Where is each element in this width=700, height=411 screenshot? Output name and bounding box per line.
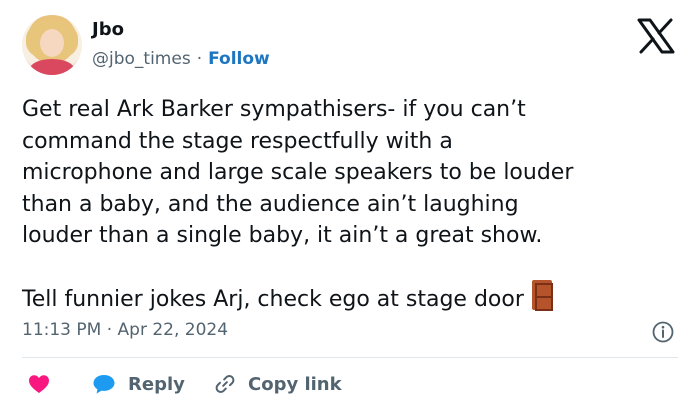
avatar[interactable] — [22, 15, 82, 75]
reply-label: Reply — [128, 373, 185, 395]
author-name[interactable]: Jbo — [92, 19, 124, 40]
tweet-text-paragraph-2: Tell funnier jokes Arj, check ego at sta… — [22, 280, 682, 316]
divider — [22, 357, 678, 358]
x-logo-icon[interactable] — [636, 18, 676, 54]
avatar-shirt — [30, 59, 74, 75]
avatar-face — [40, 29, 64, 57]
tweet-text-paragraph-1: Get real Ark Barker sympathisers- if you… — [22, 97, 574, 248]
copy-link-label: Copy link — [248, 373, 342, 395]
door-emoji-icon — [531, 280, 553, 311]
tweet-text-paragraph-2-text: Tell funnier jokes Arj, check ego at sta… — [22, 287, 524, 312]
separator-dot: · — [196, 49, 203, 69]
link-icon — [215, 375, 235, 393]
copy-link-button[interactable]: Copy link — [214, 370, 342, 398]
info-icon[interactable] — [652, 321, 674, 343]
reply-button[interactable]: Reply — [92, 370, 185, 398]
tweet-timestamp[interactable]: 11:13 PM · Apr 22, 2024 — [22, 320, 228, 340]
author-handle-row: @jbo_times · Follow — [92, 49, 270, 69]
tweet-card: Jbo @jbo_times · Follow Get real Ark Barke… — [0, 0, 700, 411]
heart-icon[interactable] — [28, 374, 50, 394]
author-handle[interactable]: @jbo_times — [92, 49, 191, 69]
follow-button[interactable]: Follow — [208, 49, 270, 69]
reply-bubble-icon — [93, 375, 115, 394]
